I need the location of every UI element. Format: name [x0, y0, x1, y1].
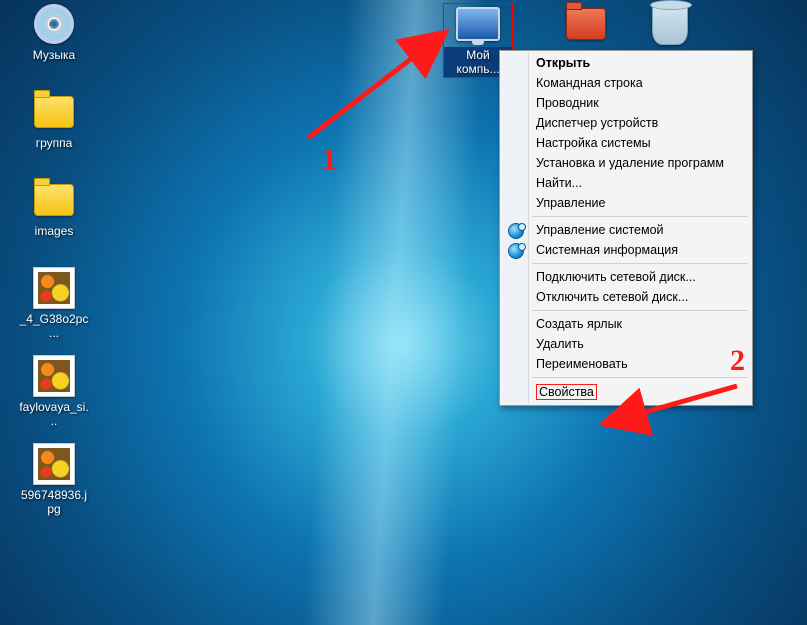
image-thumbnail-icon: [30, 444, 78, 484]
image-thumbnail-icon: [30, 356, 78, 396]
recycle-bin-icon: [646, 4, 694, 44]
folder-icon: [562, 4, 610, 44]
menu-item-open[interactable]: Открыть: [502, 53, 750, 73]
menu-separator: [532, 216, 748, 217]
icon-label: _4_G38o2pc...: [16, 311, 92, 341]
folder-icon: [30, 180, 78, 220]
icon-label: группа: [16, 135, 92, 151]
menu-item-create-shortcut[interactable]: Создать ярлык: [502, 314, 750, 334]
icon-label: images: [16, 223, 92, 239]
menu-item-rename[interactable]: Переименовать: [502, 354, 750, 374]
wallpaper-light-beam: [303, 0, 487, 625]
monitor-icon: [454, 4, 502, 44]
menu-item-system-management[interactable]: Управление системой: [502, 220, 750, 240]
menu-separator: [532, 263, 748, 264]
desktop-icon-music[interactable]: Музыка: [16, 4, 92, 63]
desktop-icon-images[interactable]: images: [16, 180, 92, 239]
context-menu: Открыть Командная строка Проводник Диспе…: [499, 50, 753, 406]
menu-item-manage[interactable]: Управление: [502, 193, 750, 213]
menu-item-device-manager[interactable]: Диспетчер устройств: [502, 113, 750, 133]
cd-icon: [30, 4, 78, 44]
menu-separator: [532, 310, 748, 311]
menu-item-delete[interactable]: Удалить: [502, 334, 750, 354]
icon-label: [632, 47, 708, 49]
menu-item-cmd[interactable]: Командная строка: [502, 73, 750, 93]
image-thumbnail-icon: [30, 268, 78, 308]
desktop-icon-recycle-bin[interactable]: [632, 4, 708, 49]
icon-label: Музыка: [16, 47, 92, 63]
menu-item-find[interactable]: Найти...: [502, 173, 750, 193]
menu-separator: [532, 377, 748, 378]
desktop-icon-group[interactable]: группа: [16, 92, 92, 151]
menu-item-system-information[interactable]: Системная информация: [502, 240, 750, 260]
icon-label: [548, 47, 624, 49]
menu-item-properties[interactable]: Свойства: [502, 381, 750, 403]
annotation-number-1: 1: [322, 143, 337, 177]
folder-icon: [30, 92, 78, 132]
desktop-icon-file-2[interactable]: faylovaya_si...: [16, 356, 92, 429]
icon-label: 596748936.jpg: [16, 487, 92, 517]
globe-icon: [508, 223, 524, 239]
annotation-number-2: 2: [730, 344, 745, 378]
annotation-arrow-1: [298, 18, 468, 148]
desktop-icon-file-3[interactable]: 596748936.jpg: [16, 444, 92, 517]
desktop-icon-red-folder[interactable]: [548, 4, 624, 49]
menu-item-add-remove-programs[interactable]: Установка и удаление программ: [502, 153, 750, 173]
desktop[interactable]: Музыка группа images _4_G38o2pc... faylo…: [0, 0, 807, 625]
icon-label: faylovaya_si...: [16, 399, 92, 429]
desktop-icon-file-1[interactable]: _4_G38o2pc...: [16, 268, 92, 341]
globe-icon: [508, 243, 524, 259]
annotation-highlight-properties: Свойства: [536, 384, 597, 400]
menu-item-system-config[interactable]: Настройка системы: [502, 133, 750, 153]
menu-item-map-drive[interactable]: Подключить сетевой диск...: [502, 267, 750, 287]
menu-item-unmap-drive[interactable]: Отключить сетевой диск...: [502, 287, 750, 307]
menu-item-explorer[interactable]: Проводник: [502, 93, 750, 113]
